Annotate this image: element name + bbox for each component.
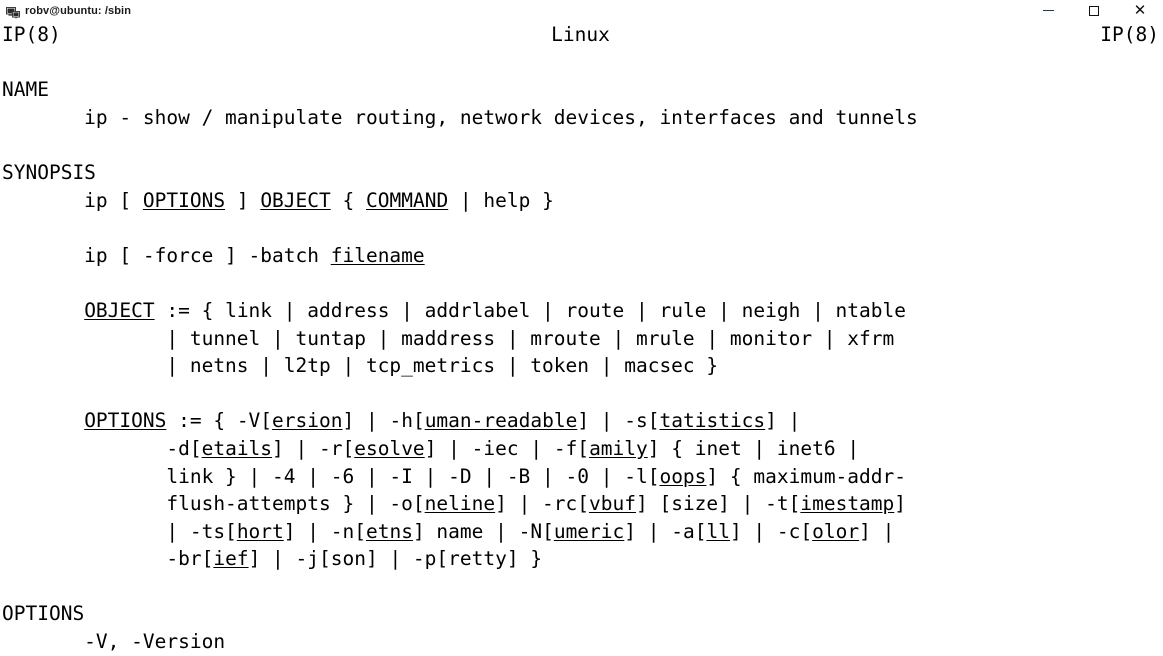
manpage-text: ] [894,492,907,516]
manpage-underlined-term: etns [365,519,413,543]
manpage-text: ] | [859,519,895,543]
window-titlebar[interactable]: robv@ubuntu: /sbin ✕ [0,0,1163,21]
manpage-text: ] | -a[ [624,519,707,543]
manpage-text: ] [225,188,261,212]
manpage-text: -V, -Version [2,630,226,654]
manpage-text: OPTIONS [2,602,85,626]
manpage-underlined-term: ief [213,547,249,571]
manpage-text: -d[ [2,436,202,460]
manpage-underlined-term: COMMAND [366,188,449,212]
manpage-text: ] | -s[ [577,409,660,433]
manpage-text: := { link | address | addrlabel | route … [154,298,906,322]
manpage-underlined-term: hort [236,519,284,543]
manpage-text: ] | -rc[ [495,492,590,516]
manpage-header: IP(8) Linux IP(8) [0,21,1163,49]
manpage-underlined-term: tatistics [659,409,766,433]
manpage-line-blank-1 [2,49,1163,77]
manpage-underlined-term: OPTIONS [142,188,226,212]
manpage-underlined-term: OBJECT [260,188,331,212]
manpage-line-blank-4 [2,269,1163,297]
manpage-text [2,409,84,432]
manpage-text: ] | -iec | -f[ [424,436,590,460]
manpage-text: NAME [2,78,49,102]
terminal-icon [6,4,20,18]
manpage-text: ] | -n[ [283,519,366,543]
minimize-button[interactable] [1025,0,1071,21]
manpage-underlined-term: OPTIONS [84,409,167,433]
manpage-text: ] | -c[ [729,519,813,543]
manpage-line-blank-5 [2,380,1163,408]
manpage-text: | -ts[ [2,519,237,543]
manpage-text: ] [size] | -t[ [635,492,801,516]
manpage-line-obj-3: | netns | l2tp | tcp_metrics | token | m… [2,352,1163,380]
manpage-underlined-term: oops [659,464,707,488]
manpage-text: ip - show / manipulate routing, network … [2,105,918,129]
manpage-underlined-term: filename [330,243,425,267]
maximize-button[interactable] [1071,0,1117,21]
manpage-line-obj-2: | tunnel | tuntap | maddress | mroute | … [2,325,1163,353]
manpage-underlined-term: OBJECT [84,298,155,322]
manpage-line-name-desc: ip - show / manipulate routing, network … [2,104,1163,132]
manpage-underlined-term: etails [201,436,273,460]
manpage-underlined-term: vbuf [589,492,636,516]
close-icon: ✕ [1133,2,1147,19]
manpage-underlined-term: esolve [354,436,425,460]
manpage-underlined-term: uman-readable [424,409,578,433]
manpage-line-opt-6: -br[ief] | -j[son] | -p[retty] } [2,545,1163,573]
manpage-text: ip [ -force ] -batch [2,243,331,267]
manpage-line-opt-5: | -ts[hort] | -n[etns] name | -N[umeric]… [2,518,1163,546]
manpage-text: ] | -j[son] | -p[retty] } [248,547,543,571]
manpage-header-left: IP(8) [2,23,61,46]
manpage-line-blank-3 [2,214,1163,242]
manpage-line-syn-main: ip [ OPTIONS ] OBJECT { COMMAND | help } [2,187,1163,215]
manpage-underlined-term: umeric [553,519,625,543]
window-title: robv@ubuntu: /sbin [25,4,132,17]
manpage-underlined-term: amily [589,436,648,460]
manpage-line-syn-batch: ip [ -force ] -batch filename [2,242,1163,270]
manpage-text: link } | -4 | -6 | -I | -D | -B | -0 | -… [2,464,660,488]
manpage-line-section-name: NAME [2,76,1163,104]
manpage-text: ] { inet | inet6 | [647,436,860,460]
manpage-line-obj-1: OBJECT := { link | address | addrlabel |… [2,297,1163,325]
manpage-text: := { -V[ [166,409,273,433]
manpage-text: -br[ [2,547,214,571]
manpage-text: SYNOPSIS [2,160,96,184]
manpage-line-opt-version: -V, -Version [2,628,1163,656]
manpage-text: ] name | -N[ [412,519,554,543]
manpage-header-right: IP(8) [1100,23,1159,46]
manpage-line-opt-1: OPTIONS := { -V[ersion] | -h[uman-readab… [2,407,1163,435]
minimize-icon [1042,10,1054,11]
window-controls: ✕ [1025,0,1163,21]
manpage-line-section-options: OPTIONS [2,600,1163,628]
manpage-body: NAME ip - show / manipulate routing, net… [0,49,1163,656]
manpage-header-center: Linux [551,23,610,46]
manpage-line-section-synopsis: SYNOPSIS [2,159,1163,187]
manpage-text [2,299,84,322]
manpage-line-opt-4: flush-attempts } | -o[neline] | -rc[vbuf… [2,490,1163,518]
manpage-line-opt-2: -d[etails] | -r[esolve] | -iec | -f[amil… [2,435,1163,463]
manpage-text: | tunnel | tuntap | maddress | mroute | … [2,326,895,350]
manpage-text: ip [ [2,188,143,212]
manpage-text: ] { maximum-addr- [706,464,907,488]
manpage-underlined-term: ersion [272,409,343,433]
manpage-text: | netns | l2tp | tcp_metrics | token | m… [2,354,719,378]
manpage-text: | help } [448,188,554,212]
close-button[interactable]: ✕ [1117,0,1163,21]
manpage-viewport[interactable]: IP(8) Linux IP(8) NAME ip - show / manip… [0,21,1163,656]
manpage-text: ] | [765,409,801,433]
manpage-underlined-term: olor [812,519,860,543]
manpage-text: ] | -r[ [272,436,355,460]
manpage-underlined-term: ll [706,519,730,543]
manpage-text: { [330,188,366,212]
manpage-underlined-term: imestamp [800,492,895,516]
manpage-line-opt-3: link } | -4 | -6 | -I | -D | -B | -0 | -… [2,463,1163,491]
manpage-text: ] | -h[ [342,409,425,433]
manpage-underlined-term: neline [424,492,496,516]
maximize-icon [1089,5,1099,16]
manpage-line-blank-2 [2,131,1163,159]
manpage-text: flush-attempts } | -o[ [2,492,425,516]
manpage-line-blank-6 [2,573,1163,601]
